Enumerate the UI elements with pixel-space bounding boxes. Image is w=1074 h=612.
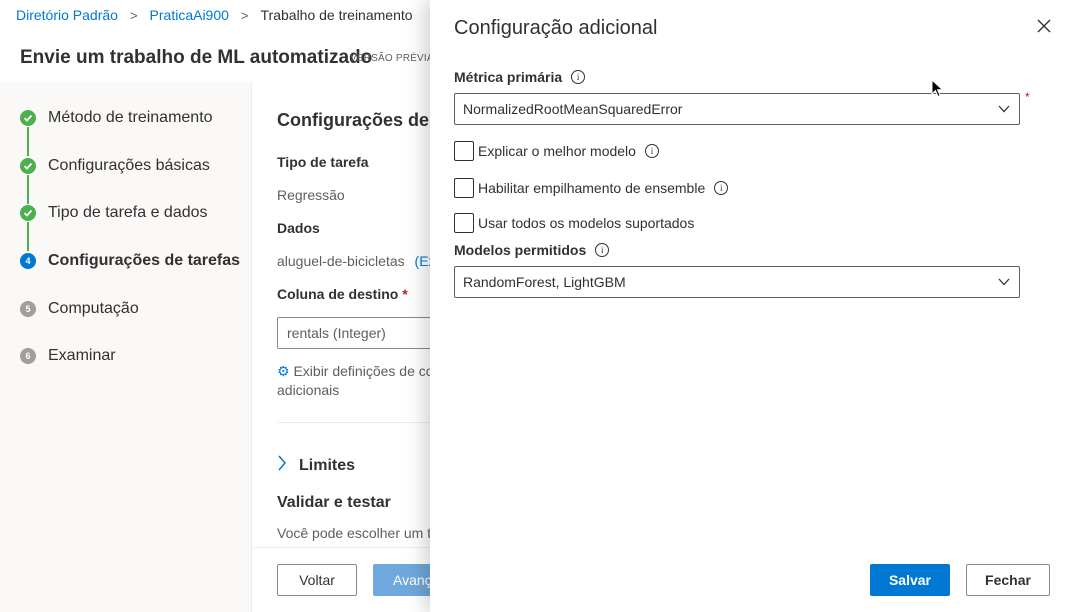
section-title: Configurações de t: [277, 110, 441, 130]
chevron-right-icon: >: [129, 7, 138, 23]
checkbox[interactable]: [454, 178, 474, 198]
divider: [277, 422, 437, 423]
step-label: Método de treinamento: [48, 109, 213, 126]
info-icon[interactable]: i: [571, 70, 586, 84]
step-number: 4: [20, 253, 36, 269]
step-label: Configurações de tarefas: [48, 252, 241, 269]
back-button[interactable]: Voltar: [277, 564, 357, 596]
checkmark-icon: [20, 205, 36, 221]
close-icon[interactable]: [1034, 16, 1054, 36]
explain-best-model-label: Explicar o melhor modelo: [478, 143, 636, 159]
required-marker: *: [402, 286, 408, 302]
use-all-models-checkbox[interactable]: Usar todos os modelos suportados: [454, 213, 694, 233]
chevron-down-icon: [997, 275, 1011, 289]
allowed-models-value: RandomForest, LightGBM: [463, 274, 626, 290]
use-all-models-label: Usar todos os modelos suportados: [478, 215, 695, 231]
info-icon[interactable]: i: [714, 181, 729, 195]
step-connector: [27, 175, 29, 204]
target-column-label: Coluna de destino *: [277, 286, 408, 302]
allowed-models-label: Modelos permitidos i: [454, 242, 610, 258]
checkmark-icon: [20, 158, 36, 174]
checkbox[interactable]: [454, 141, 474, 161]
step-label: Configurações básicas: [48, 157, 210, 174]
breadcrumb-link-workspace[interactable]: PraticaAi900: [150, 7, 229, 23]
checkmark-icon: [20, 110, 36, 126]
task-type-label: Tipo de tarefa: [277, 154, 369, 170]
limits-label: Limites: [299, 456, 356, 474]
step-training-method[interactable]: Método de treinamento: [20, 107, 213, 129]
ensemble-stacking-label: Habilitar empilhamento de ensemble: [478, 180, 706, 196]
validate-test-text: Você pode escolher um t: [277, 525, 432, 541]
ensemble-stacking-checkbox[interactable]: Habilitar empilhamento de ensemble i: [454, 178, 729, 198]
page-title: Envie um trabalho de ML automatizado: [20, 47, 373, 68]
step-basic-settings[interactable]: Configurações básicas: [20, 155, 210, 177]
allowed-models-label-text: Modelos permitidos: [454, 242, 587, 258]
target-column-select[interactable]: rentals (Integer): [277, 317, 447, 349]
validate-test-title: Validar e testar: [277, 494, 391, 511]
step-connector: [27, 127, 29, 156]
additional-config-panel: Configuração adicional Métrica primária …: [430, 0, 1074, 612]
allowed-models-dropdown[interactable]: RandomForest, LightGBM: [454, 266, 1020, 298]
chevron-right-icon: >: [240, 7, 249, 23]
chevron-right-icon: [277, 455, 287, 476]
primary-metric-label: Métrica primária i: [454, 69, 586, 85]
data-label: Dados: [277, 220, 320, 236]
checkbox[interactable]: [454, 213, 474, 233]
chevron-down-icon: [997, 102, 1011, 116]
required-marker: *: [1025, 90, 1030, 104]
step-label: Tipo de tarefa e dados: [48, 204, 208, 221]
advanced-settings-link[interactable]: ⚙ Exibir definições de co adicionais: [277, 362, 447, 400]
limits-expander[interactable]: Limites: [277, 455, 355, 476]
primary-metric-value: NormalizedRootMeanSquaredError: [463, 101, 683, 117]
breadcrumb-link-directory[interactable]: Diretório Padrão: [16, 7, 118, 23]
gear-icon: ⚙: [277, 363, 290, 379]
step-task-type-data[interactable]: Tipo de tarefa e dados: [20, 202, 208, 224]
breadcrumb-current: Trabalho de treinamento: [260, 7, 413, 23]
step-number: 5: [20, 301, 36, 317]
step-label: Examinar: [48, 347, 116, 364]
info-icon[interactable]: i: [595, 243, 610, 257]
info-icon[interactable]: i: [644, 144, 659, 158]
primary-metric-label-text: Métrica primária: [454, 69, 563, 85]
step-connector: [27, 222, 29, 251]
target-column-label-text: Coluna de destino: [277, 286, 399, 302]
step-compute[interactable]: 5 Computação: [20, 298, 139, 320]
step-number: 6: [20, 348, 36, 364]
advanced-settings-line1: Exibir definições de co: [293, 363, 434, 379]
panel-title: Configuração adicional: [454, 17, 658, 39]
dataset-name: aluguel-de-bicicletas: [277, 253, 405, 269]
advanced-settings-line2: adicionais: [277, 382, 340, 398]
step-task-settings[interactable]: 4 Configurações de tarefas: [20, 250, 240, 272]
close-button[interactable]: Fechar: [966, 564, 1050, 596]
step-review[interactable]: 6 Examinar: [20, 345, 116, 367]
data-value: aluguel-de-bicicletas (Ex: [277, 253, 436, 269]
task-type-value: Regressão: [277, 187, 345, 203]
mouse-cursor-icon: [931, 78, 945, 99]
step-label: Computação: [48, 300, 139, 317]
breadcrumb: Diretório Padrão > PraticaAi900 > Trabal…: [16, 6, 413, 24]
explain-best-model-checkbox[interactable]: Explicar o melhor modelo i: [454, 141, 659, 161]
preview-badge: VERSÃO PRÉVIA: [350, 53, 434, 64]
save-button[interactable]: Salvar: [870, 564, 950, 596]
